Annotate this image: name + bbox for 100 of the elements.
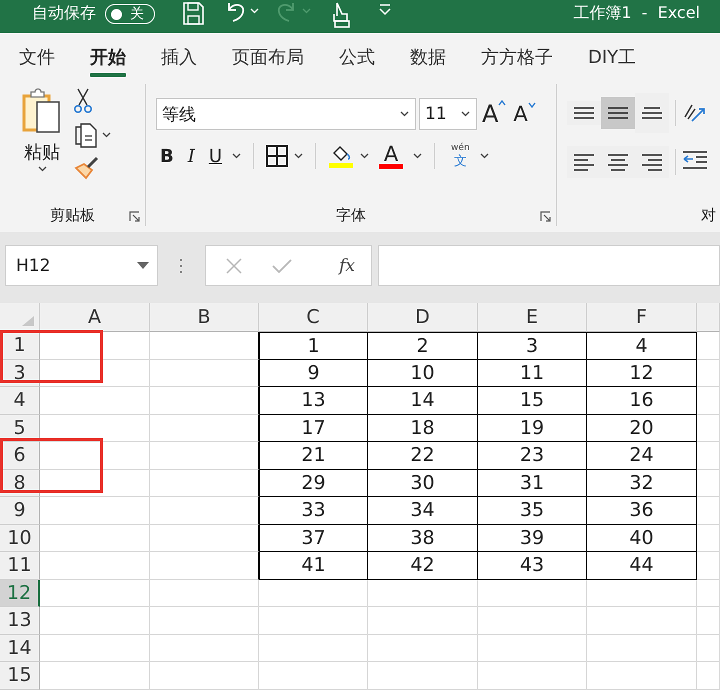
caret-icon[interactable] <box>102 132 111 138</box>
copy-icon[interactable] <box>74 122 98 148</box>
table-cell: 24 <box>587 442 697 470</box>
insert-function-button[interactable]: fx <box>339 256 355 276</box>
formula-input[interactable] <box>378 245 720 286</box>
font-color-button[interactable]: A <box>375 144 408 168</box>
table-cell: 14 <box>368 387 478 414</box>
align-left-button[interactable] <box>567 146 601 178</box>
menu-tab[interactable]: 开始 <box>81 33 140 80</box>
menu-tab[interactable]: DIY工 <box>579 33 650 80</box>
autosave-toggle[interactable]: 关 <box>105 4 155 24</box>
caret-icon <box>528 102 536 108</box>
shrink-font-button[interactable]: A <box>511 102 538 126</box>
table-cell: 11 <box>478 360 587 387</box>
table-cell: 19 <box>478 414 587 442</box>
paste-button[interactable]: 粘贴 <box>20 84 64 204</box>
underline-button[interactable]: U <box>204 144 226 168</box>
grid-cell[interactable] <box>150 524 259 552</box>
align-middle-button[interactable] <box>601 97 635 129</box>
row-header[interactable]: 13 <box>0 607 40 634</box>
menu-tab[interactable]: 数据 <box>401 33 460 80</box>
grid-cell[interactable] <box>150 442 259 470</box>
table-cell: 34 <box>368 497 478 524</box>
table-cell: 4 <box>587 332 697 360</box>
caret-icon[interactable] <box>461 111 470 117</box>
grid-cell[interactable] <box>150 552 259 580</box>
format-painter-icon[interactable] <box>74 156 100 180</box>
table-cell: 13 <box>259 387 368 414</box>
row-header[interactable]: 12 <box>0 580 40 607</box>
align-right-button[interactable] <box>635 146 669 178</box>
group-label: 字体 <box>336 205 366 226</box>
column-header[interactable]: B <box>150 303 259 332</box>
menu-tab[interactable]: 方方格子 <box>472 33 567 80</box>
menu-tab[interactable]: 公式 <box>330 33 389 80</box>
table-cell: 40 <box>587 524 697 552</box>
caret-icon[interactable] <box>360 153 370 159</box>
save-icon[interactable] <box>181 2 205 26</box>
borders-icon[interactable] <box>266 145 288 167</box>
table-cell: 16 <box>587 387 697 414</box>
table-cell: 36 <box>587 497 697 524</box>
table-cell: 1 <box>259 332 368 360</box>
column-header[interactable]: A <box>40 303 150 332</box>
menu-tab[interactable]: 页面布局 <box>223 33 318 80</box>
column-header[interactable]: E <box>478 303 587 332</box>
grid-cell[interactable] <box>150 470 259 497</box>
align-top-button[interactable] <box>567 101 601 125</box>
column-header[interactable]: C <box>259 303 368 332</box>
grid-cell[interactable] <box>150 387 259 414</box>
caret-up-icon <box>498 100 506 106</box>
table-cell: 42 <box>368 552 478 580</box>
caret-icon[interactable] <box>232 153 242 159</box>
align-bottom-button[interactable] <box>635 93 669 133</box>
grid-cell[interactable] <box>150 497 259 524</box>
table-cell: 15 <box>478 387 587 414</box>
align-top-icon <box>573 107 595 119</box>
caret-icon[interactable] <box>38 166 46 172</box>
row-header[interactable]: 11 <box>0 552 40 580</box>
phonetic-button[interactable]: wén 文 <box>447 143 474 169</box>
grid-cell[interactable] <box>150 332 259 360</box>
table-cell: 39 <box>478 524 587 552</box>
caret-icon[interactable] <box>480 153 489 159</box>
table-cell: 18 <box>368 414 478 442</box>
table-cell: 33 <box>259 497 368 524</box>
column-header[interactable]: D <box>368 303 478 332</box>
dropdown-icon[interactable] <box>137 262 149 269</box>
group-label: 剪贴板 <box>50 205 95 226</box>
grow-font-button[interactable]: A <box>480 100 508 128</box>
dialog-launcher-icon[interactable] <box>540 211 551 222</box>
caret-icon[interactable] <box>294 153 304 159</box>
row-header[interactable]: 15 <box>0 662 40 690</box>
caret-icon[interactable] <box>413 153 422 159</box>
row-header[interactable]: 9 <box>0 497 40 524</box>
name-box[interactable]: H12 <box>5 245 158 286</box>
table-cell: 31 <box>478 470 587 497</box>
grid-cell[interactable] <box>150 360 259 387</box>
column-header[interactable] <box>697 303 720 332</box>
row-header[interactable]: 4 <box>0 387 40 414</box>
font-size-field[interactable]: 11 <box>419 98 477 130</box>
select-all-icon[interactable] <box>21 315 35 327</box>
touch-mode-icon[interactable] <box>331 2 353 28</box>
table-cell: 20 <box>587 414 697 442</box>
customize-icon[interactable] <box>379 4 391 16</box>
italic-button[interactable]: I <box>184 144 199 168</box>
row-header[interactable]: 6 <box>0 442 40 470</box>
dialog-launcher-icon[interactable] <box>129 211 140 222</box>
align-center-icon <box>607 154 629 170</box>
menu-tab[interactable]: 插入 <box>152 33 211 80</box>
bold-button[interactable]: B <box>156 144 178 168</box>
table-cell: 17 <box>259 414 368 442</box>
scissors-icon[interactable] <box>74 88 92 114</box>
table-cell: 2 <box>368 332 478 360</box>
menu-tab[interactable]: 文件 <box>10 33 69 80</box>
caret-icon[interactable] <box>400 111 409 117</box>
font-name-field[interactable]: 等线 <box>156 98 416 130</box>
table-cell: 30 <box>368 470 478 497</box>
grid-cell[interactable] <box>150 414 259 442</box>
row-header[interactable]: 10 <box>0 524 40 552</box>
column-header[interactable]: F <box>587 303 697 332</box>
row-header[interactable]: 14 <box>0 634 40 662</box>
align-middle-icon <box>607 107 629 119</box>
